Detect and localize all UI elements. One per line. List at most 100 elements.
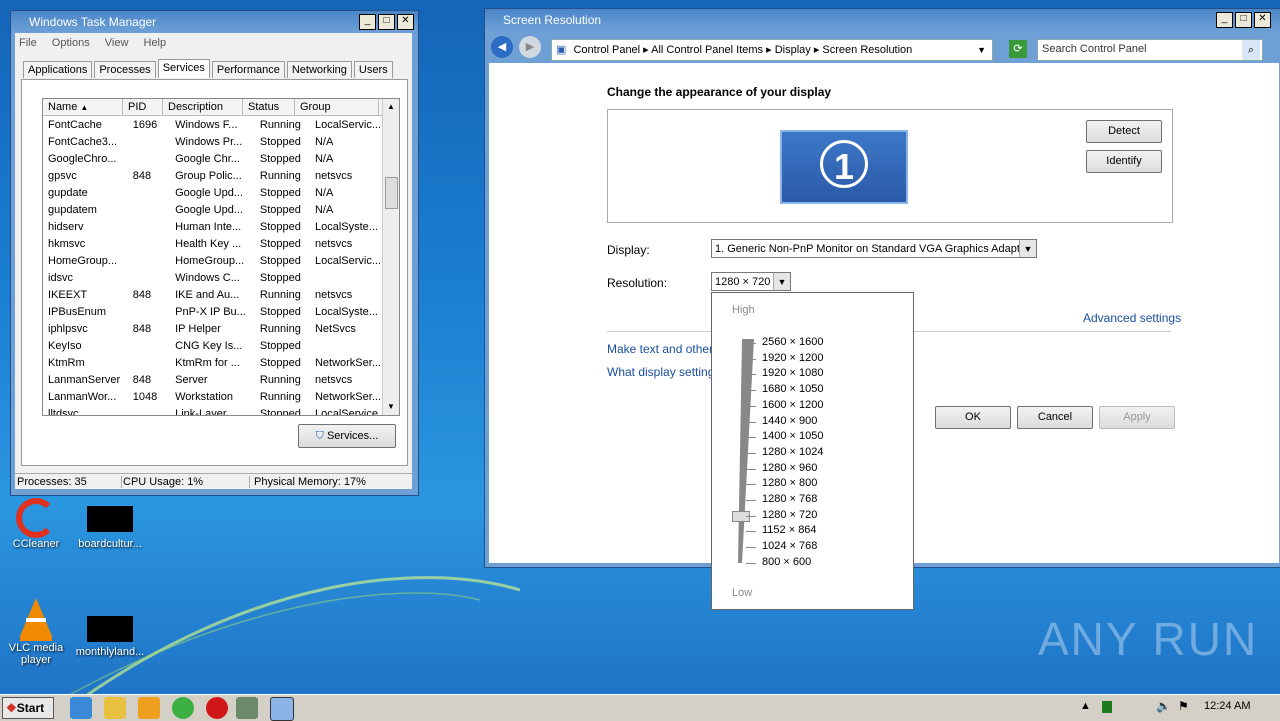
table-row[interactable]: HomeGroup... HomeGroup... Stopped LocalServ… (43, 252, 399, 269)
scrollbar[interactable]: ▲ ▼ (382, 99, 399, 415)
maximize-button[interactable]: □ (1235, 12, 1252, 28)
table-row[interactable]: KeyIso CNG Key Is... Stopped (43, 337, 399, 354)
resolution-option[interactable]: 1152 × 864 (746, 524, 817, 536)
resolution-option[interactable]: 1680 × 1050 (745, 383, 823, 395)
resolution-select[interactable]: 1280 × 720 ▼ (711, 272, 791, 291)
clock[interactable]: 12:24 AM (1204, 700, 1250, 712)
vlc-icon[interactable]: VLC media player (0, 596, 72, 666)
cancel-button[interactable]: Cancel (1017, 406, 1093, 429)
minimize-button[interactable]: _ (1216, 12, 1233, 28)
column-status[interactable]: Status (243, 99, 295, 115)
menu-help[interactable]: Help (144, 37, 167, 49)
advanced-settings-link[interactable]: Advanced settings (1083, 311, 1181, 325)
address-bar[interactable]: ▣ Control Panel ▸ All Control Panel Item… (551, 39, 993, 61)
opera-icon[interactable] (206, 697, 228, 719)
table-row[interactable]: IPBusEnum PnP-X IP Bu... Stopped LocalSyste… (43, 303, 399, 320)
menu-view[interactable]: View (105, 37, 129, 49)
table-row[interactable]: GoogleChro... Google Chr... Stopped N/A (43, 150, 399, 167)
chrome-icon[interactable] (172, 697, 194, 719)
start-button[interactable]: ❖Start (2, 697, 54, 719)
breadcrumb-control-panel[interactable]: Control Panel (573, 44, 640, 56)
monthlyland-file-icon[interactable]: monthlyland... (74, 596, 146, 658)
close-button[interactable]: ✕ (397, 14, 414, 30)
search-box[interactable]: Search Control Panel ⌕ (1037, 39, 1263, 61)
resolution-option[interactable]: 1280 × 768 (745, 493, 817, 505)
resolution-option[interactable]: 1280 × 800 (745, 477, 817, 489)
close-button[interactable]: ✕ (1254, 12, 1271, 28)
display-select[interactable]: 1. Generic Non-PnP Monitor on Standard V… (711, 239, 1037, 258)
resolution-option[interactable]: 1280 × 720 (745, 509, 817, 521)
table-row[interactable]: gupdatem Google Upd... Stopped N/A (43, 201, 399, 218)
table-row[interactable]: idsvc Windows C... Stopped (43, 269, 399, 286)
breadcrumb-display[interactable]: Display (775, 44, 811, 56)
search-icon[interactable]: ⌕ (1242, 40, 1260, 60)
flag-tray-icon[interactable]: ⚑ (1178, 699, 1189, 713)
resolution-option[interactable]: 1280 × 1024 (745, 446, 823, 458)
task-manager-titlebar[interactable]: Windows Task Manager _ □ ✕ (11, 11, 418, 33)
minimize-button[interactable]: _ (359, 14, 376, 30)
table-row[interactable]: FontCache 1696 Windows F... Running LocalSer… (43, 116, 399, 133)
breadcrumb-screen-resolution[interactable]: Screen Resolution (822, 44, 912, 56)
scroll-up-arrow[interactable]: ▲ (383, 99, 399, 115)
resolution-option[interactable]: 1600 × 1200 (745, 399, 823, 411)
column-name[interactable]: Name ▲ (43, 99, 123, 115)
screen-resolution-titlebar[interactable]: Screen Resolution _ □ ✕ (485, 9, 1280, 31)
menu-options[interactable]: Options (52, 37, 90, 49)
resolution-option[interactable]: 1440 × 900 (745, 415, 817, 427)
resolution-option[interactable]: 800 × 600 (745, 556, 811, 568)
tab-networking[interactable]: Networking (286, 61, 352, 78)
scroll-down-arrow[interactable]: ▼ (383, 399, 399, 415)
resolution-option[interactable]: 1024 × 768 (745, 540, 817, 552)
ok-button[interactable]: OK (935, 406, 1011, 429)
display-settings-help-link[interactable]: What display settings (607, 365, 720, 379)
table-row[interactable]: LanmanServer 848 Server Running netsvcs (43, 371, 399, 388)
resolution-option[interactable]: 1280 × 960 (745, 462, 817, 474)
media-player-icon[interactable] (138, 697, 160, 719)
table-row[interactable]: IKEEXT 848 IKE and Au... Running netsvcs (43, 286, 399, 303)
breadcrumb-all-items[interactable]: All Control Panel Items (651, 44, 763, 56)
refresh-icon[interactable]: ⟳ (1009, 40, 1027, 58)
table-row[interactable]: hkmsvc Health Key ... Stopped netsvcs (43, 235, 399, 252)
column-description[interactable]: Description (163, 99, 243, 115)
detect-button[interactable]: Detect (1086, 120, 1162, 143)
services-button[interactable]: ⛉ Services... (298, 424, 396, 448)
monitor-icon[interactable]: 1 (780, 130, 908, 204)
table-row[interactable]: iphlpsvc 848 IP Helper Running NetSvcs (43, 320, 399, 337)
search-input[interactable]: Search Control Panel (1042, 43, 1147, 55)
back-arrow-icon[interactable]: ◀ (491, 36, 513, 58)
column-pid[interactable]: PID (123, 99, 163, 115)
tab-applications[interactable]: Applications (23, 61, 93, 78)
explorer-icon[interactable] (104, 697, 126, 719)
table-row[interactable]: gpsvc 848 Group Polic... Running netsvcs (43, 167, 399, 184)
tray-expand-icon[interactable]: ▲ (1080, 700, 1091, 712)
volume-tray-icon[interactable]: 🔈 (1156, 699, 1171, 713)
tab-performance[interactable]: Performance (211, 61, 285, 78)
resolution-option[interactable]: 1400 × 1050 (745, 430, 823, 442)
ccleaner-icon[interactable]: CCleaner (0, 498, 72, 550)
identify-button[interactable]: Identify (1086, 150, 1162, 173)
resolution-option[interactable]: 1920 × 1080 (745, 367, 823, 379)
table-row[interactable]: hidserv Human Inte... Stopped LocalSyste... (43, 218, 399, 235)
tab-processes[interactable]: Processes (94, 61, 156, 78)
tab-users[interactable]: Users (353, 61, 393, 78)
apply-button[interactable]: Apply (1099, 406, 1175, 429)
tab-services[interactable]: Services (157, 59, 210, 78)
resolution-option[interactable]: 2560 × 1600 (745, 336, 823, 348)
table-row[interactable]: KtmRm KtmRm for ... Stopped NetworkSer... (43, 354, 399, 371)
network-tray-icon[interactable] (1102, 701, 1112, 713)
forward-arrow-icon[interactable]: ▶ (519, 36, 541, 58)
services-list[interactable]: Name ▲ PID Description Status Group Font… (42, 98, 400, 416)
resolution-option[interactable]: 1920 × 1200 (745, 352, 823, 364)
menu-file[interactable]: File (19, 37, 37, 49)
maximize-button[interactable]: □ (378, 14, 395, 30)
chevron-down-icon[interactable]: ▼ (977, 40, 986, 60)
table-row[interactable]: LanmanWor... 1048 Workstation Running Networ… (43, 388, 399, 405)
task-manager-taskbar-icon[interactable] (236, 697, 258, 719)
scroll-thumb[interactable] (385, 177, 398, 209)
table-row[interactable]: FontCache3... Windows Pr... Stopped N/A (43, 133, 399, 150)
internet-explorer-icon[interactable] (70, 697, 92, 719)
boardculture-file-icon[interactable]: boardcultur... (74, 498, 146, 550)
table-row[interactable]: gupdate Google Upd... Stopped N/A (43, 184, 399, 201)
control-panel-taskbar-icon[interactable] (270, 697, 294, 721)
column-group[interactable]: Group (295, 99, 379, 115)
